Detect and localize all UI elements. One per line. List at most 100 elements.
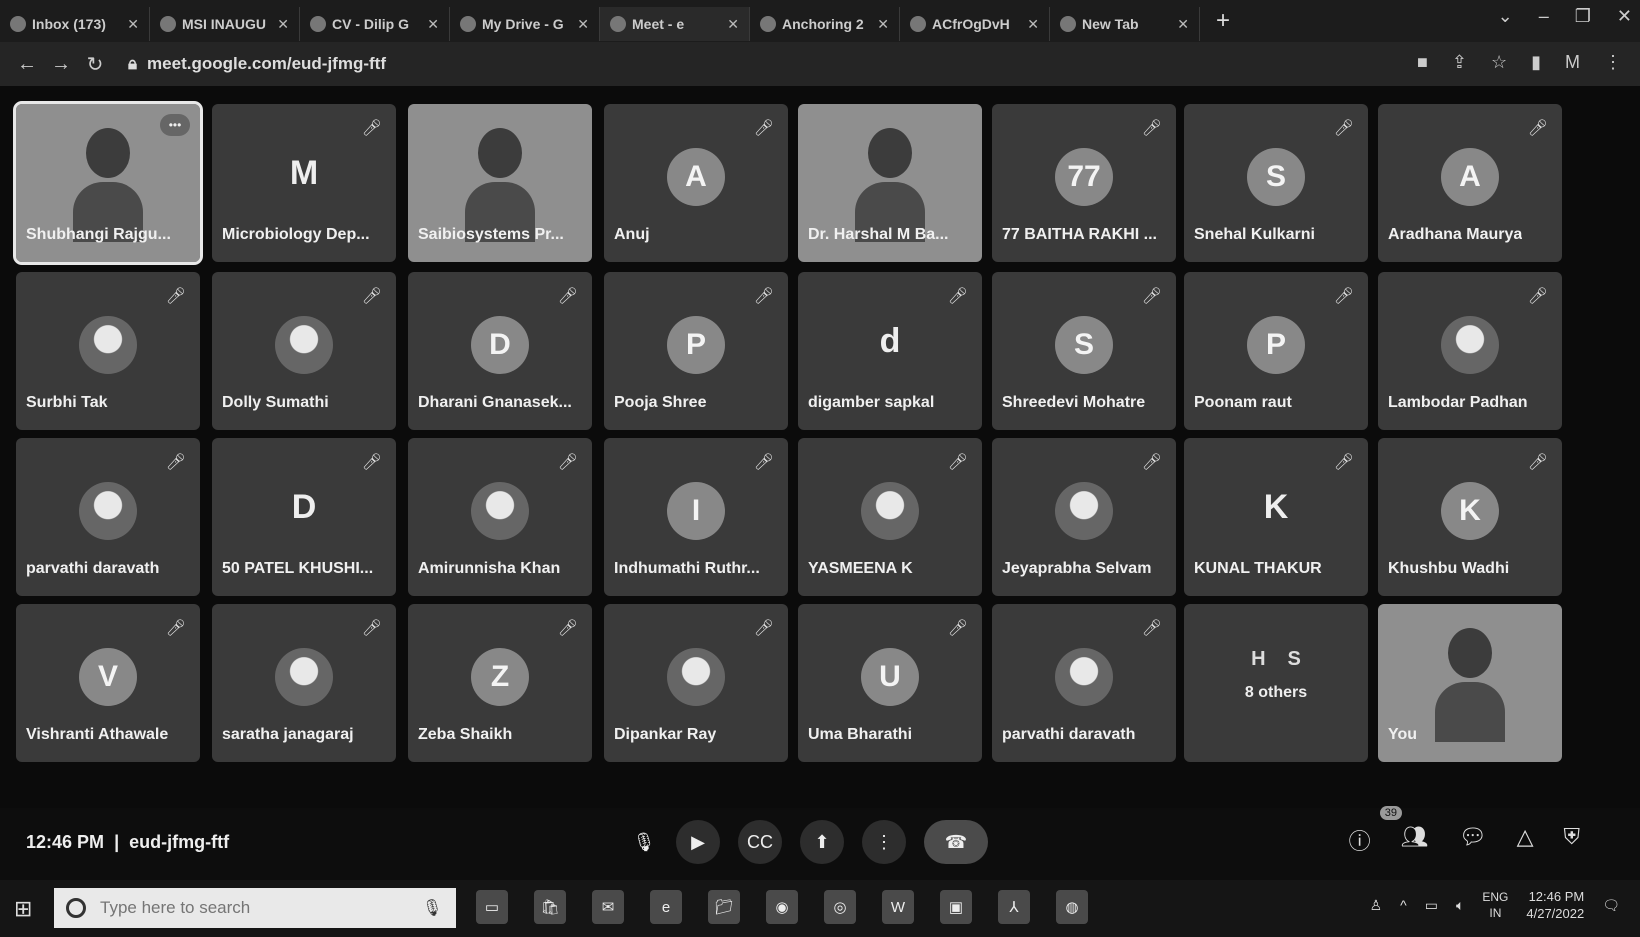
microphone-button[interactable]: 🎙︎: [630, 820, 658, 864]
more-options-button[interactable]: ⋮: [862, 820, 906, 864]
back-icon[interactable]: ←: [10, 53, 44, 76]
windows-taskbar: ⊞ 🎙︎ ▭ 🛍︎ ✉ e 📁︎ ◉ ◎ W ▣ ⅄ ◍ ♙ ^ ▭ 🔈︎ EN…: [0, 880, 1640, 937]
tile-options-button[interactable]: •••: [160, 114, 190, 136]
browser-tab[interactable]: New Tab ✕: [1050, 7, 1200, 41]
tab-search-icon[interactable]: ⌄: [1498, 6, 1513, 27]
profile-icon[interactable]: M: [1565, 52, 1580, 73]
volume-icon[interactable]: 🔈︎: [1456, 897, 1464, 914]
language-indicator[interactable]: ENG IN: [1482, 889, 1508, 921]
close-tab-icon[interactable]: ✕: [427, 16, 439, 33]
participant-tile[interactable]: Dipankar Ray 🎤︎: [604, 604, 788, 762]
browser-tab[interactable]: ACfrOgDvH ✕: [900, 7, 1050, 41]
captions-button[interactable]: CC: [738, 820, 782, 864]
reload-icon[interactable]: ↻: [78, 52, 112, 77]
mail-app-icon[interactable]: ✉: [592, 890, 624, 924]
participant-tile[interactable]: D 50 PATEL KHUSHI... 🎤︎: [212, 438, 396, 596]
browser-tab[interactable]: MSI INAUGU ✕: [150, 7, 300, 41]
store-icon[interactable]: 🛍︎: [534, 890, 566, 924]
participant-tile[interactable]: saratha janagaraj 🎤︎: [212, 604, 396, 762]
windows-start-button[interactable]: ⊞: [14, 896, 32, 922]
participant-tile[interactable]: I Indhumathi Ruthr... 🎤︎: [604, 438, 788, 596]
menu-icon[interactable]: ⋮: [1604, 52, 1622, 73]
participant-tile[interactable]: parvathi daravath 🎤︎: [16, 438, 200, 596]
firefox-icon[interactable]: ◉: [766, 890, 798, 924]
word-icon[interactable]: W: [882, 890, 914, 924]
participant-tile[interactable]: U Uma Bharathi 🎤︎: [798, 604, 982, 762]
participant-tile[interactable]: P Poonam raut 🎤︎: [1184, 272, 1368, 430]
close-tab-icon[interactable]: ✕: [127, 16, 139, 33]
camera-indicator-icon[interactable]: ■: [1417, 52, 1428, 73]
people-button[interactable]: 👥︎: [1401, 824, 1429, 856]
task-view-icon[interactable]: ▭: [476, 890, 508, 924]
participant-tile[interactable]: Surbhi Tak 🎤︎: [16, 272, 200, 430]
close-window-icon[interactable]: ✕: [1617, 6, 1632, 27]
participant-tile[interactable]: A Aradhana Maurya 🎤︎: [1378, 104, 1562, 262]
taskbar-clock[interactable]: 12:46 PM 4/27/2022: [1526, 888, 1584, 922]
meeting-details-button[interactable]: ⓘ: [1349, 824, 1371, 856]
present-button[interactable]: ⬆: [800, 820, 844, 864]
chat-button[interactable]: 💬︎: [1459, 824, 1487, 856]
close-tab-icon[interactable]: ✕: [1177, 16, 1189, 33]
chrome-profile-icon[interactable]: ◍: [1056, 890, 1088, 924]
close-tab-icon[interactable]: ✕: [277, 16, 289, 33]
browser-tab[interactable]: My Drive - G ✕: [450, 7, 600, 41]
network-icon[interactable]: ▭: [1425, 897, 1438, 914]
show-hidden-icons[interactable]: ^: [1400, 897, 1407, 913]
taskbar-search-input[interactable]: [98, 897, 422, 919]
participant-tile[interactable]: parvathi daravath 🎤︎: [992, 604, 1176, 762]
meet-app-icon[interactable]: ▣: [940, 890, 972, 924]
participant-tile[interactable]: K KUNAL THAKUR 🎤︎: [1184, 438, 1368, 596]
activities-button[interactable]: △: [1517, 824, 1534, 856]
url-field[interactable]: 🔒︎ meet.google.com/eud-jfmg-ftf: [128, 54, 386, 74]
microphone-icon[interactable]: 🎙︎: [422, 898, 442, 918]
taskbar-search[interactable]: 🎙︎: [54, 888, 456, 928]
edge-icon[interactable]: e: [650, 890, 682, 924]
participant-tile[interactable]: d digamber sapkal 🎤︎: [798, 272, 982, 430]
forward-icon[interactable]: →: [44, 53, 78, 76]
close-tab-icon[interactable]: ✕: [577, 16, 589, 33]
participant-tile[interactable]: Z Zeba Shaikh 🎤︎: [408, 604, 592, 762]
minimize-icon[interactable]: –: [1539, 6, 1549, 27]
close-tab-icon[interactable]: ✕: [727, 16, 739, 33]
participant-tile[interactable]: P Pooja Shree 🎤︎: [604, 272, 788, 430]
browser-tab-active[interactable]: Meet - e ✕: [600, 7, 750, 41]
participant-tile[interactable]: Dolly Sumathi 🎤︎: [212, 272, 396, 430]
participant-tile[interactable]: D Dharani Gnanasek... 🎤︎: [408, 272, 592, 430]
participant-tile[interactable]: Amirunnisha Khan 🎤︎: [408, 438, 592, 596]
browser-tab[interactable]: Anchoring 2 ✕: [750, 7, 900, 41]
info-icon: ⓘ: [1348, 829, 1371, 854]
camera-button[interactable]: ▶: [676, 820, 720, 864]
participant-tile[interactable]: S Shreedevi Mohatre 🎤︎: [992, 272, 1176, 430]
participant-tile[interactable]: 77 77 BAITHA RAKHI ... 🎤︎: [992, 104, 1176, 262]
participant-tile[interactable]: K Khushbu Wadhi 🎤︎: [1378, 438, 1562, 596]
close-tab-icon[interactable]: ✕: [877, 16, 889, 33]
participant-tile[interactable]: A Anuj 🎤︎: [604, 104, 788, 262]
browser-tab[interactable]: Inbox (173) ✕: [0, 7, 150, 41]
file-explorer-icon[interactable]: 📁︎: [708, 890, 740, 924]
close-tab-icon[interactable]: ✕: [1027, 16, 1039, 33]
notifications-icon[interactable]: 🗨︎: [1602, 897, 1620, 914]
people-tray-icon[interactable]: ♙: [1370, 897, 1383, 914]
host-controls-button[interactable]: ⛨: [1563, 824, 1580, 856]
leave-call-button[interactable]: ☎: [924, 820, 988, 864]
participant-tile[interactable]: Lambodar Padhan 🎤︎: [1378, 272, 1562, 430]
participant-tile[interactable]: V Vishranti Athawale 🎤︎: [16, 604, 200, 762]
participant-tile[interactable]: YASMEENA K 🎤︎: [798, 438, 982, 596]
restore-icon[interactable]: ❐: [1575, 6, 1591, 27]
sidebar-icon[interactable]: ▮: [1531, 52, 1541, 73]
participant-tile[interactable]: S Snehal Kulkarni 🎤︎: [1184, 104, 1368, 262]
participant-tile[interactable]: You: [1378, 604, 1562, 762]
participant-tile[interactable]: M Microbiology Dep... 🎤︎: [212, 104, 396, 262]
participant-tile[interactable]: HS 8 others: [1184, 604, 1368, 762]
participant-tile[interactable]: Dr. Harshal M Ba...: [798, 104, 982, 262]
chrome-app-icon[interactable]: ◎: [824, 890, 856, 924]
mic-muted-icon: 🎤︎: [1333, 120, 1354, 137]
bookmark-star-icon[interactable]: ☆: [1491, 52, 1507, 73]
participant-tile[interactable]: Shubhangi Rajgu... •••: [13, 101, 203, 265]
participant-tile[interactable]: Saibiosystems Pr...: [408, 104, 592, 262]
share-icon[interactable]: ⇪: [1452, 52, 1467, 73]
participant-tile[interactable]: Jeyaprabha Selvam 🎤︎: [992, 438, 1176, 596]
browser-tab[interactable]: CV - Dilip G ✕: [300, 7, 450, 41]
new-tab-button[interactable]: +: [1208, 6, 1238, 36]
pdf-reader-icon[interactable]: ⅄: [998, 890, 1030, 924]
